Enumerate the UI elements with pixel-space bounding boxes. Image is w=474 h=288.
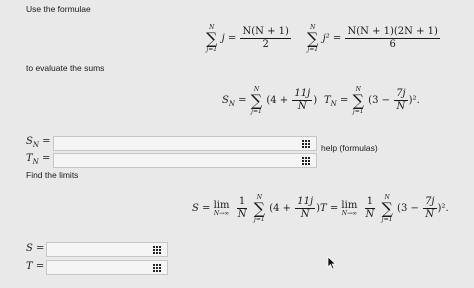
limit-T-definition: T = lim N→∞ 1 N N ∑ j=1 (3 − 7j N )². [320, 194, 449, 223]
TN-input[interactable] [53, 153, 317, 168]
T-answer-label: T = [26, 261, 45, 272]
keypad-icon[interactable] [152, 263, 161, 272]
SN-answer-label: SN = [26, 136, 51, 149]
limit-S-definition: S = lim N→∞ 1 N N ∑ j=1 (4 + 11j N ) [192, 194, 320, 223]
intro-text: Use the formulae [26, 4, 91, 14]
TN-definition: TN = N ∑ j=1 (3 − 7j N )². [324, 86, 420, 115]
TN-answer-label: TN = [26, 153, 51, 166]
sigma-symbol: N ∑ j=1 [250, 86, 263, 115]
S-input[interactable] [46, 242, 168, 257]
mouse-cursor-icon [327, 256, 337, 270]
sigma-symbol: N ∑ j=1 [381, 194, 393, 223]
help-formulas-link[interactable]: help (formulas) [321, 143, 378, 153]
limit-operator: lim N→∞ [213, 200, 230, 217]
formula-sum-j: N ∑ j=1 j = N(N + 1) 2 [206, 24, 291, 53]
SN-definition: SN = N ∑ j=1 (4 + 11j N ) [222, 86, 318, 115]
SN-input[interactable] [53, 136, 317, 151]
formula-sum-j-squared: N ∑ j=1 j² = N(N + 1)(2N + 1) 6 [307, 24, 440, 53]
find-limits-text: Find the limits [26, 170, 79, 180]
sigma-symbol: N ∑ j=1 [253, 194, 266, 223]
keypad-icon[interactable] [152, 245, 161, 254]
evaluate-text: to evaluate the sums [26, 63, 105, 73]
limit-operator: lim N→∞ [341, 200, 358, 217]
keypad-icon[interactable] [301, 139, 310, 148]
keypad-icon[interactable] [301, 156, 310, 165]
sigma-symbol: N ∑ j=1 [307, 24, 319, 53]
sigma-symbol: N ∑ j=1 [352, 86, 364, 115]
sigma-symbol: N ∑ j=1 [206, 24, 218, 53]
S-answer-label: S = [26, 243, 45, 254]
T-input[interactable] [46, 260, 168, 275]
